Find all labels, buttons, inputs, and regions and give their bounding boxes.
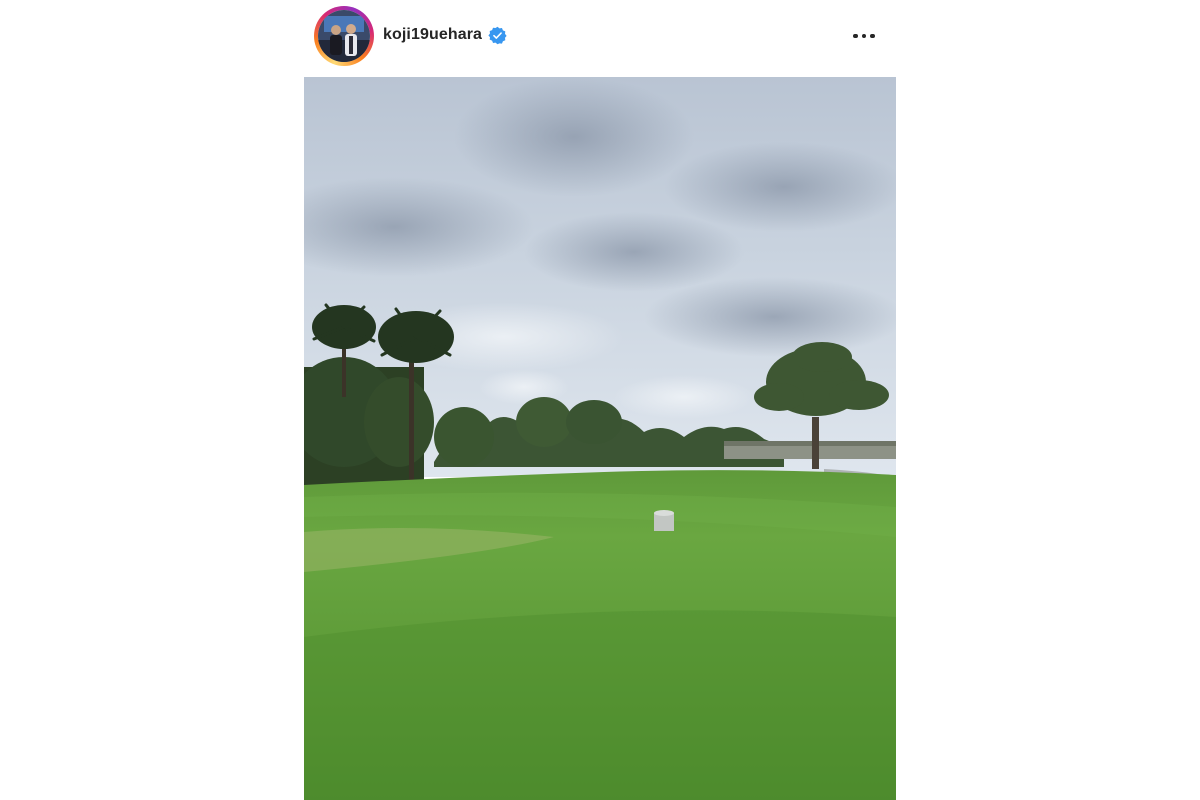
more-options-icon-dot xyxy=(861,33,867,39)
golf-course-photo xyxy=(304,77,896,800)
username-link[interactable]: koji19uehara xyxy=(383,24,482,46)
post-photo[interactable] xyxy=(304,77,896,800)
username-group: koji19uehara xyxy=(383,24,507,46)
avatar[interactable] xyxy=(318,10,370,62)
more-options-button[interactable] xyxy=(842,22,886,50)
verified-badge-icon xyxy=(488,26,507,44)
instagram-post: koji19uehara xyxy=(304,0,896,800)
avatar-image xyxy=(318,10,370,62)
post-header: koji19uehara xyxy=(304,0,896,76)
more-options-icon xyxy=(853,33,858,39)
instagram-page: koji19uehara xyxy=(0,0,1200,800)
more-options-icon-dot xyxy=(870,33,875,39)
story-ring[interactable] xyxy=(314,6,374,66)
